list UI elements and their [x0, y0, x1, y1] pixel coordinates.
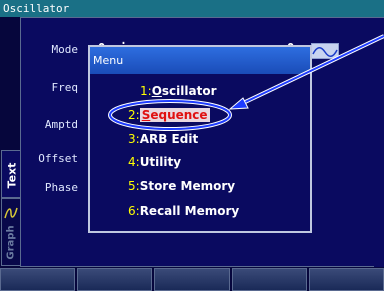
oscillator-screen: Oscillator Mode Freq Amptd Offset Phase …	[0, 0, 384, 291]
softkey-2[interactable]	[77, 268, 153, 291]
highlight-ellipse	[109, 100, 231, 130]
annotation-overlay	[108, 34, 384, 131]
annotation-arrowhead	[228, 97, 249, 110]
softkey-bar	[0, 268, 384, 291]
softkey-3[interactable]	[154, 268, 230, 291]
annotation-arrow-line	[240, 35, 384, 105]
softkey-5[interactable]	[308, 268, 384, 291]
softkey-1[interactable]	[0, 268, 76, 291]
softkey-4[interactable]	[231, 268, 307, 291]
